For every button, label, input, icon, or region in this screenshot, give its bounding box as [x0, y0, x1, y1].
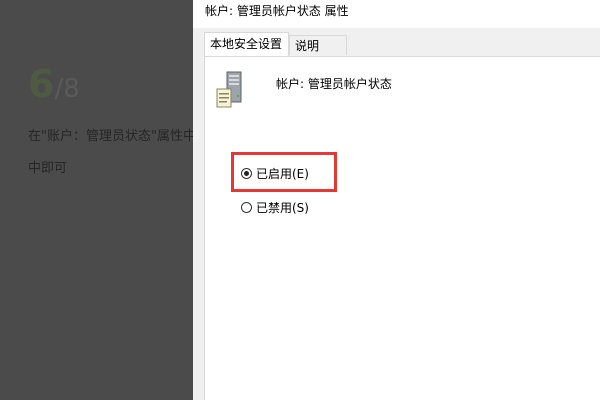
radio-disabled[interactable]: 已禁用(S): [241, 199, 309, 215]
step-total: 8: [63, 74, 80, 104]
tab-content: 帐户: 管理员帐户状态 已启用(E) 已禁用(S): [204, 56, 600, 400]
step-separator: /: [54, 74, 64, 104]
policy-name: 帐户: 管理员帐户状态: [276, 77, 392, 91]
radio-disabled-label: 已禁用(S): [256, 200, 309, 215]
step-indicator: 6/8: [28, 62, 80, 106]
server-icon: [216, 71, 242, 108]
highlight-box: [231, 152, 337, 192]
dialog-title: 帐户: 管理员帐户状态 属性: [205, 4, 349, 18]
tab-explain[interactable]: 说明: [289, 35, 347, 55]
tutorial-panel: 6/8 在"账户：管理员状态"属性中 中即可: [0, 0, 204, 400]
tab-local-security-setting[interactable]: 本地安全设置: [204, 32, 289, 56]
instruction-text: 在"账户：管理员状态"属性中 中即可: [28, 129, 196, 176]
radio-disabled-indicator[interactable]: [241, 201, 252, 213]
step-current: 6: [28, 62, 55, 106]
dialog-titlebar: 帐户: 管理员帐户状态 属性: [193, 0, 600, 28]
properties-dialog: 帐户: 管理员帐户状态 属性 本地安全设置 说明 帐户: 管理员帐户状态 已启用…: [193, 0, 600, 400]
